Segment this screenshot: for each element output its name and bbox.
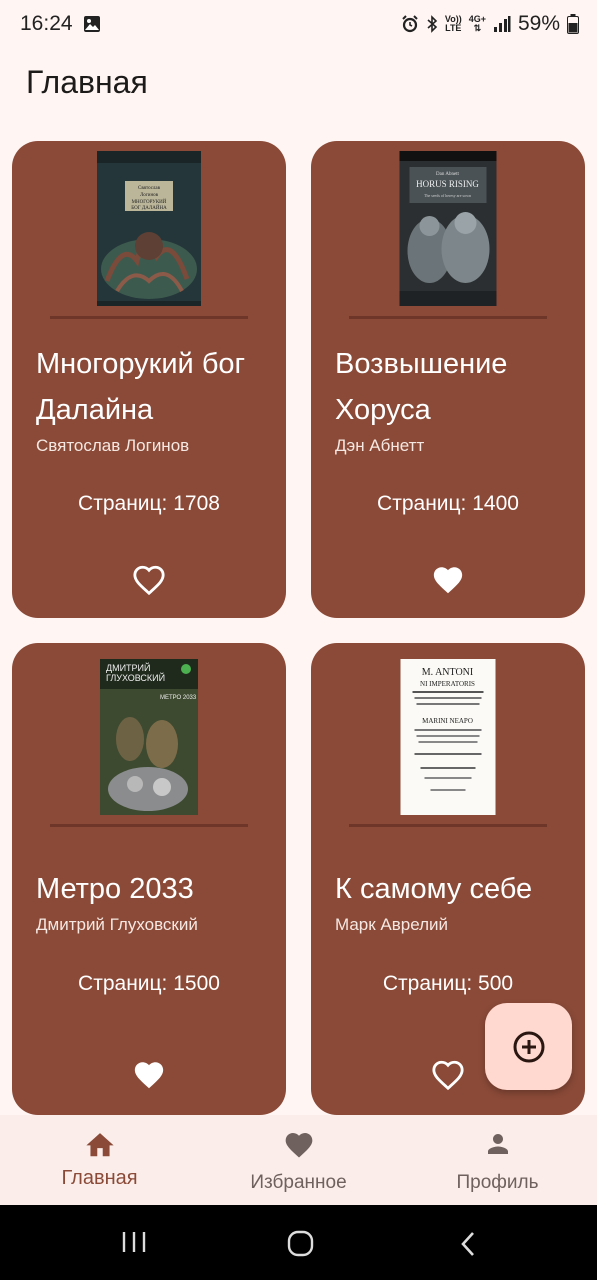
- cover-title-text: МНОГОРУКИЙ: [132, 199, 167, 205]
- nav-item-favorites[interactable]: Избранное: [199, 1115, 398, 1205]
- book-card[interactable]: Dan Abnett HORUS RISING The seeds of her…: [311, 141, 585, 618]
- book-author: Марк Аврелий: [335, 915, 449, 934]
- back-icon[interactable]: [458, 1230, 478, 1258]
- cover-author-text: ДМИТРИЙ: [106, 662, 151, 673]
- card-divider: [50, 316, 248, 319]
- home-button-icon[interactable]: [287, 1230, 314, 1257]
- cover-title-text: HORUS RISING: [416, 179, 479, 189]
- signal-icon: [493, 16, 511, 32]
- cover-subtitle-text: MARINI NEAPO: [422, 717, 473, 725]
- heart-outline-icon[interactable]: [431, 1058, 465, 1092]
- volte-icon: Vo)) LTE: [444, 14, 462, 33]
- book-pages: Страниц: 1500: [78, 972, 220, 995]
- home-icon: [85, 1133, 114, 1157]
- cover-author-text: Логинов: [140, 193, 159, 198]
- heart-outline-icon[interactable]: [132, 563, 166, 597]
- add-book-button[interactable]: [485, 1003, 572, 1090]
- network-4g-icon: 4G+ ⇅: [468, 14, 486, 33]
- cover-author-text: Dan Abnett: [436, 172, 460, 177]
- add-circle-icon: [513, 1031, 544, 1062]
- cover-author-text: ГЛУХОВСКИЙ: [106, 672, 165, 683]
- battery-percent: 59%: [517, 12, 560, 35]
- cover-title-text: МЕТРО 2033: [160, 695, 197, 701]
- card-divider: [349, 316, 547, 319]
- cover-title-text: БОГ ДАЛАЙНА: [131, 205, 167, 211]
- alarm-icon: [402, 15, 418, 33]
- status-bar: 16:24 Vo)) LTE 4G+ ⇅ 59%: [0, 0, 597, 52]
- heart-filled-icon[interactable]: [431, 563, 465, 597]
- book-card[interactable]: ДМИТРИЙ ГЛУХОВСКИЙ МЕТРО 2033 Метро 2033…: [12, 643, 286, 1115]
- book-title: Многорукий бог Далайна: [36, 348, 246, 426]
- system-navigation-bar: [0, 1205, 597, 1280]
- status-icons: Vo)) LTE 4G+ ⇅ 59%: [401, 12, 579, 36]
- recent-apps-icon[interactable]: [121, 1230, 147, 1254]
- card-divider: [349, 824, 547, 827]
- book-pages: Страниц: 500: [382, 972, 514, 995]
- heart-filled-icon[interactable]: [132, 1058, 166, 1092]
- person-icon: [487, 1134, 508, 1154]
- book-title: Возвышение Хоруса: [335, 348, 508, 426]
- cover-author-text: Святослав: [138, 186, 161, 191]
- page-title: Главная: [26, 64, 148, 100]
- book-cover: M. ANTONI NI IMPERATORIS MARINI NEAPO: [400, 659, 496, 815]
- status-time: 16:24: [20, 12, 73, 35]
- image-notification-icon: [84, 16, 100, 32]
- nav-label-home: Главная: [61, 1167, 138, 1189]
- card-divider: [50, 824, 248, 827]
- book-title: Метро 2033: [36, 873, 194, 905]
- book-author: Дэн Абнетт: [335, 436, 425, 455]
- nav-label-favorites: Избранное: [250, 1172, 347, 1193]
- book-pages: Страниц: 1400: [377, 492, 519, 515]
- cover-title-text: M. ANTONI: [422, 667, 473, 678]
- heart-icon: [285, 1133, 312, 1158]
- battery-icon: [567, 14, 579, 34]
- cover-subtitle-text: The seeds of heresy are sown: [424, 193, 471, 198]
- book-cover: ДМИТРИЙ ГЛУХОВСКИЙ МЕТРО 2033: [100, 659, 198, 815]
- book-pages: Страниц: 1708: [78, 492, 220, 515]
- book-cover: Святослав Логинов МНОГОРУКИЙ БОГ ДАЛАЙНА: [97, 151, 201, 306]
- bottom-navigation: Главная Избранное Профиль: [0, 1115, 597, 1205]
- book-card[interactable]: Святослав Логинов МНОГОРУКИЙ БОГ ДАЛАЙНА…: [12, 141, 286, 618]
- bluetooth-icon: [427, 15, 438, 33]
- book-author: Дмитрий Глуховский: [36, 915, 198, 934]
- book-author: Святослав Логинов: [36, 436, 190, 455]
- nav-label-profile: Профиль: [456, 1172, 539, 1193]
- book-cover: Dan Abnett HORUS RISING The seeds of her…: [399, 151, 497, 306]
- cover-title-text: NI IMPERATORIS: [420, 680, 475, 688]
- nav-item-home[interactable]: Главная: [0, 1115, 199, 1205]
- nav-item-profile[interactable]: Профиль: [398, 1115, 597, 1205]
- book-title: К самому себе: [335, 873, 533, 905]
